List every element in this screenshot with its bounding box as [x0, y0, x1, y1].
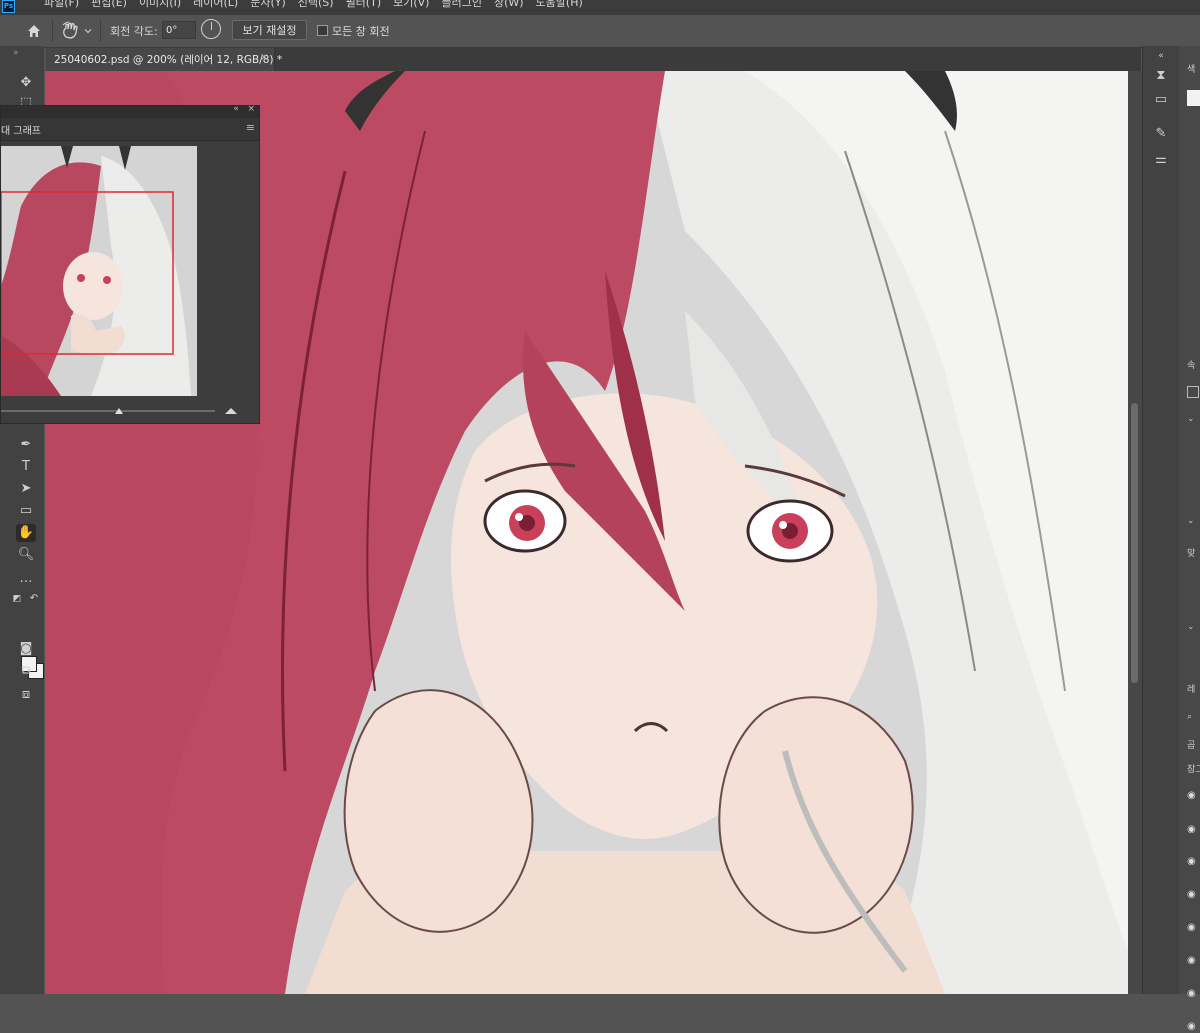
rotate-view-tool-icon[interactable]: ✋	[16, 524, 36, 542]
quick-mask-icon[interactable]: ◙	[16, 640, 36, 658]
path-selection-tool-icon[interactable]: ➤	[16, 480, 36, 498]
menu-edit[interactable]: 편집(E)	[85, 0, 133, 10]
options-separator	[100, 20, 101, 42]
rectangle-tool-icon[interactable]: ▭	[16, 502, 36, 520]
rotation-dial-icon[interactable]	[201, 19, 221, 39]
zoom-in-icon[interactable]	[225, 408, 237, 414]
rotate-all-windows-label: 모든 창 회전	[332, 25, 390, 38]
navigator-tab[interactable]: 대 그래프	[1, 122, 41, 137]
image-icon	[1187, 386, 1199, 398]
history-icon[interactable]: ⧗	[1153, 68, 1169, 84]
chevron-down-icon[interactable]: ⌄	[1187, 622, 1195, 632]
zoom-tool-icon[interactable]: 🔍︎	[16, 546, 36, 564]
collapse-panel-icon[interactable]: «	[233, 104, 239, 114]
eye-icon[interactable]: ◉	[1187, 824, 1199, 836]
scrollbar-thumb[interactable]	[1131, 403, 1138, 683]
document-tab[interactable]: 25040602.psd @ 200% (레이어 12, RGB/8) * ×	[46, 48, 282, 71]
layers-panel-label: 레	[1187, 685, 1196, 695]
properties-panel-label: 속	[1187, 361, 1196, 371]
navigator-titlebar[interactable]: « ×	[1, 104, 259, 118]
navigator-panel: « × 대 그래프 ≡	[0, 104, 260, 424]
eye-icon[interactable]: ◉	[1187, 790, 1199, 802]
menu-view[interactable]: 보기(V)	[387, 0, 435, 10]
chevron-down-icon[interactable]: ⌄	[1187, 516, 1195, 526]
adjustments-icon[interactable]: ⚌	[1153, 152, 1169, 168]
adjust-panel-label: 맞	[1187, 549, 1196, 559]
type-tool-icon[interactable]: T	[16, 458, 36, 476]
reset-view-button[interactable]: 보기 재설정	[232, 20, 307, 40]
menu-type[interactable]: 문자(Y)	[244, 0, 292, 10]
rotation-angle-input[interactable]: 0°	[162, 21, 196, 39]
main-menu: 파일(F) 편집(E) 이미지(I) 레이어(L) 문자(Y) 선택(S) 필터…	[38, 0, 589, 10]
canvas-vertical-scrollbar[interactable]	[1128, 71, 1142, 994]
menu-filter[interactable]: 필터(T)	[340, 0, 388, 10]
options-separator	[52, 20, 53, 42]
swap-colors-icon[interactable]: ↶	[28, 590, 40, 608]
navigator-preview	[1, 146, 197, 396]
color-swatch[interactable]	[1187, 90, 1200, 106]
menu-layer[interactable]: 레이어(L)	[187, 0, 244, 10]
menu-file[interactable]: 파일(F)	[38, 0, 85, 10]
generative-edit-icon[interactable]: ⧈	[16, 686, 36, 704]
move-tool-icon[interactable]: ✥	[16, 74, 36, 92]
blend-mode-label[interactable]: 곱	[1187, 738, 1195, 751]
rotation-angle-label: 회전 각도:	[110, 25, 158, 38]
brush-settings-icon[interactable]: ✎	[1153, 126, 1169, 142]
eye-icon[interactable]: ◉	[1187, 889, 1199, 901]
eye-icon[interactable]: ◉	[1187, 856, 1199, 868]
menu-bar: Ps 파일(F) 편집(E) 이미지(I) 레이어(L) 문자(Y) 선택(S)…	[0, 0, 1200, 15]
menu-select[interactable]: 선택(S)	[292, 0, 340, 10]
right-panels: 색 속 ⌄ ⌄ 맞 ⌄ 레 ⌕ 곱 잠그 ◉ ◉ ◉ ◉ ◉ ◉ ◉ ◉	[1179, 46, 1200, 1032]
close-panel-icon[interactable]: ×	[247, 104, 255, 114]
pen-tool-icon[interactable]: ✒	[16, 436, 36, 454]
photoshop-logo-icon: Ps	[2, 0, 15, 13]
close-tab-icon[interactable]: ×	[260, 52, 268, 63]
eye-icon[interactable]: ◉	[1187, 922, 1199, 934]
menu-plugins[interactable]: 플러그인	[435, 0, 487, 10]
more-tools-icon[interactable]: …	[16, 570, 36, 588]
home-icon[interactable]	[26, 23, 42, 39]
document-tab-title: 25040602.psd @ 200% (레이어 12, RGB/8) *	[54, 54, 283, 66]
menu-window[interactable]: 창(W)	[488, 0, 530, 10]
menu-help[interactable]: 도움말(H)	[530, 0, 589, 10]
menu-image[interactable]: 이미지(I)	[133, 0, 187, 10]
options-bar: 회전 각도: 0° 보기 재설정 모든 창 회전	[0, 15, 1200, 48]
panel-grip-icon[interactable]: »	[13, 48, 19, 58]
eye-icon[interactable]: ◉	[1187, 988, 1199, 1000]
comments-icon[interactable]: ▭	[1153, 92, 1169, 108]
eye-icon[interactable]: ◉	[1187, 955, 1199, 967]
zoom-slider[interactable]	[1, 402, 259, 420]
navigator-tab-row: 대 그래프 ≡	[1, 118, 259, 141]
screen-mode-icon[interactable]: ⧉	[16, 662, 36, 680]
chevron-down-icon[interactable]: ⌄	[1187, 414, 1195, 424]
chevron-down-icon[interactable]	[84, 27, 92, 35]
default-colors-icon[interactable]: ◩	[11, 590, 23, 608]
rotate-view-hand-icon[interactable]	[60, 21, 82, 41]
panel-grip-icon[interactable]: «	[1153, 48, 1169, 64]
rotate-all-windows-checkbox[interactable]	[317, 25, 328, 36]
navigator-thumbnail[interactable]	[1, 146, 197, 396]
panel-menu-icon[interactable]: ≡	[246, 121, 255, 134]
color-panel-label: 색	[1187, 65, 1196, 75]
panel-icon-strip: « ⧗ ▭ ✎ ⚌	[1142, 46, 1179, 994]
lock-label: 잠그	[1187, 765, 1200, 775]
navigator-zoom-bar	[1, 402, 259, 420]
search-icon[interactable]: ⌕	[1187, 712, 1192, 722]
navigator-window-buttons: « ×	[233, 104, 255, 114]
eye-icon[interactable]: ◉	[1187, 1021, 1199, 1033]
